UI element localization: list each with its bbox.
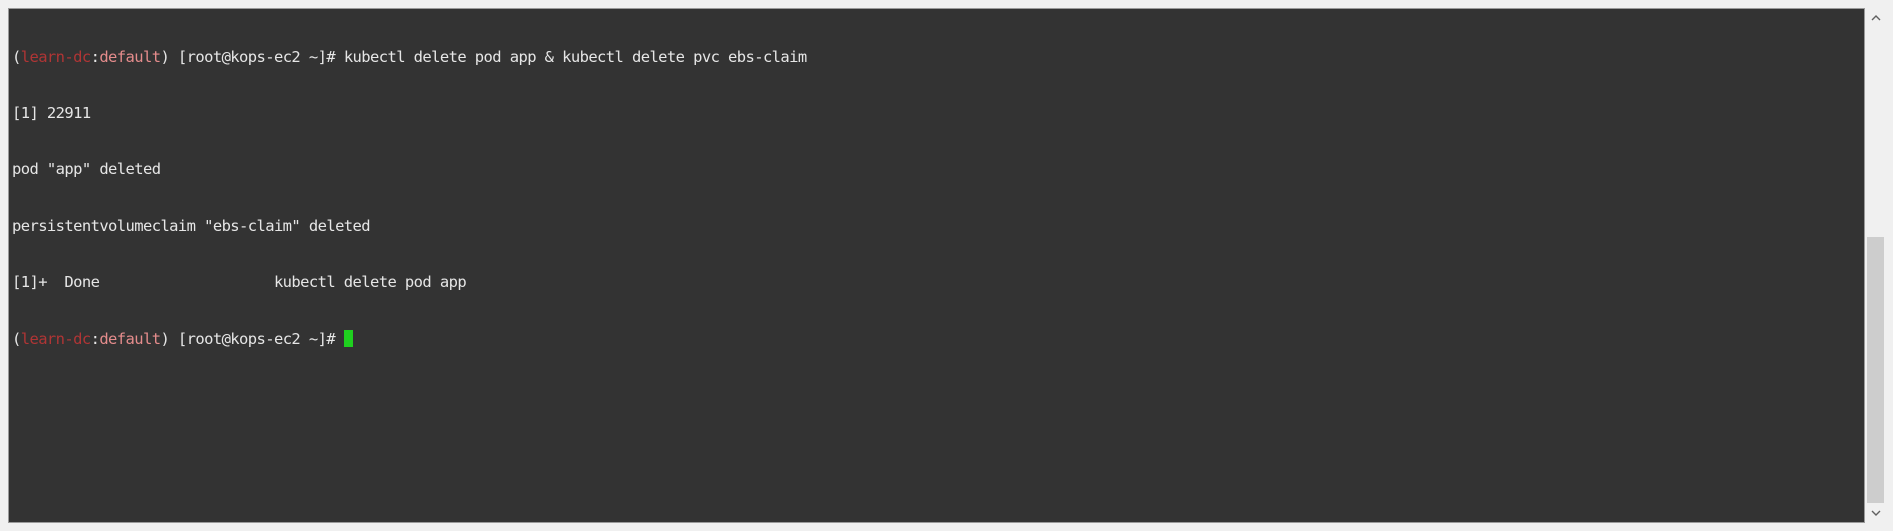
prompt-line: (learn-dc:default) [root@kops-ec2 ~]# [12, 329, 807, 349]
scroll-down-button[interactable] [1865, 503, 1886, 523]
output-line: [1]+ Done kubectl delete pod app [12, 273, 467, 292]
kube-context: learn-dc [20, 329, 91, 348]
kube-namespace: default [99, 47, 161, 66]
terminal-output: (learn-dc:default) [root@kops-ec2 ~]# ku… [12, 10, 807, 386]
chevron-up-icon [1871, 15, 1880, 21]
output-line: pod "app" deleted [12, 160, 161, 179]
scroll-up-button[interactable] [1865, 8, 1886, 28]
terminal-cursor [343, 329, 353, 347]
scrollbar-thumb[interactable] [1867, 237, 1884, 503]
output-line: persistentvolumeclaim "ebs-claim" delete… [12, 216, 371, 235]
vertical-scrollbar[interactable] [1865, 8, 1886, 523]
prompt-text: ) [root@kops-ec2 ~]# [160, 47, 344, 66]
prompt-text: ) [root@kops-ec2 ~]# [160, 329, 344, 348]
terminal-screen[interactable]: (learn-dc:default) [root@kops-ec2 ~]# ku… [8, 8, 1865, 523]
output-line: [1] 22911 [12, 103, 91, 122]
terminal-window: (learn-dc:default) [root@kops-ec2 ~]# ku… [0, 0, 1893, 531]
kube-namespace: default [99, 329, 161, 348]
prompt-paren: ( [12, 329, 21, 348]
prompt-line: (learn-dc:default) [root@kops-ec2 ~]# ku… [12, 48, 807, 67]
scrollbar-track[interactable] [1865, 28, 1886, 503]
chevron-down-icon [1871, 510, 1880, 516]
prompt-paren: ( [12, 47, 21, 66]
kube-context: learn-dc [20, 47, 91, 66]
command-text: kubectl delete pod app & kubectl delete … [343, 47, 807, 66]
